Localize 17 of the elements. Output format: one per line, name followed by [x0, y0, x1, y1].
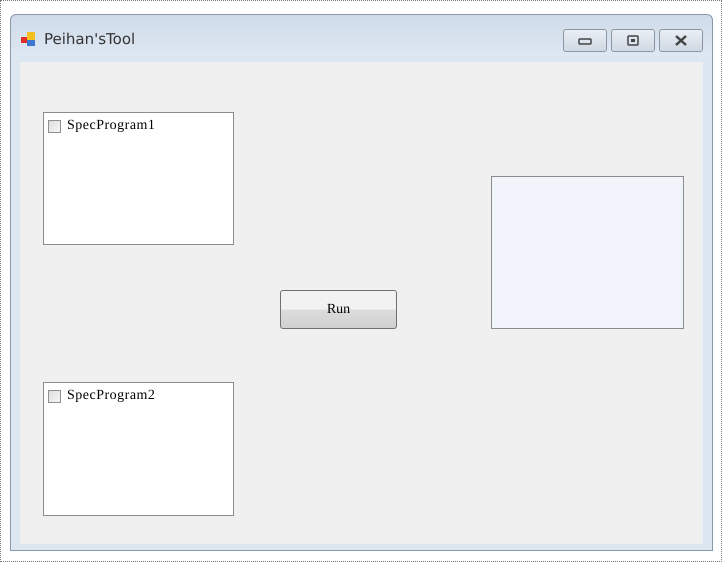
checkbox[interactable]	[48, 390, 61, 402]
list-item[interactable]: SpecProgram1	[48, 118, 229, 134]
minimize-button[interactable]	[563, 29, 607, 52]
minimize-icon	[578, 36, 592, 44]
checked-list-box[interactable]: SpecProgram1	[43, 112, 234, 245]
item-label: SpecProgram1	[67, 118, 156, 134]
item-label: SpecProgram2	[67, 388, 156, 404]
list-item[interactable]: SpecProgram2	[48, 388, 229, 404]
run-button[interactable]: Run	[280, 290, 397, 329]
close-button[interactable]	[659, 29, 703, 52]
app-icon	[20, 30, 38, 48]
maximize-icon	[627, 35, 639, 46]
checked-list-box[interactable]: SpecProgram2	[43, 382, 234, 516]
maximize-button[interactable]	[611, 29, 655, 52]
checkbox[interactable]	[48, 120, 61, 132]
close-icon	[674, 35, 688, 46]
window-title: Peihan'sTool	[44, 30, 136, 48]
